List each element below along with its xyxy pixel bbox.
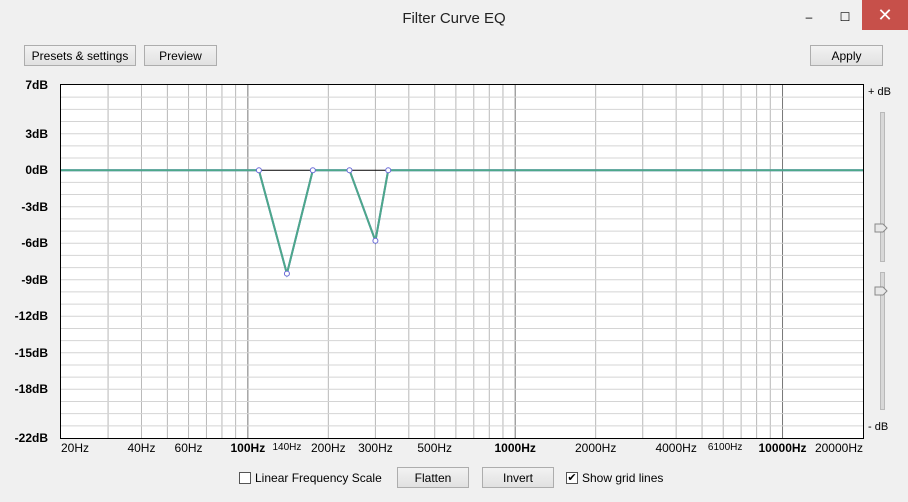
check-icon: ✔: [567, 471, 577, 484]
window-title: Filter Curve EQ: [402, 10, 506, 27]
maximize-button[interactable]: ☐: [832, 8, 858, 26]
close-icon: ✕: [877, 4, 893, 25]
y-axis-label: -6dB: [21, 236, 48, 251]
eq-curve-shadow: [61, 169, 863, 278]
x-axis-label: 60Hz: [174, 441, 203, 455]
flatten-button[interactable]: Flatten: [397, 467, 469, 488]
x-axis-label: 300Hz: [358, 441, 393, 455]
invert-button[interactable]: Invert: [482, 467, 554, 488]
eq-control-point[interactable]: [283, 270, 290, 277]
y-axis-label: -9dB: [21, 272, 48, 287]
db-max-slider-thumb[interactable]: [874, 223, 888, 233]
y-axis-label: 0dB: [25, 163, 48, 178]
linear-scale-box[interactable]: [239, 472, 251, 484]
eq-control-point[interactable]: [385, 167, 392, 174]
y-axis-label: -15dB: [14, 345, 48, 360]
db-top-label: + dB: [868, 86, 891, 98]
show-grid-lines-checkbox[interactable]: ✔ Show grid lines: [566, 471, 663, 485]
y-axis-label: -18dB: [14, 382, 48, 397]
eq-control-point[interactable]: [372, 237, 379, 244]
x-axis-label: 140Hz: [272, 442, 302, 453]
grid-lines-label: Show grid lines: [582, 471, 664, 485]
eq-control-point[interactable]: [346, 167, 353, 174]
eq-curve: [61, 169, 863, 278]
x-axis-label: 6100Hz: [707, 442, 743, 453]
apply-button[interactable]: Apply: [810, 45, 883, 66]
y-axis-label: -3dB: [21, 199, 48, 214]
eq-control-point[interactable]: [309, 167, 316, 174]
x-axis-label: 100Hz: [230, 441, 266, 455]
y-axis-label: 3dB: [25, 126, 48, 141]
x-axis-label: 10000Hz: [758, 441, 807, 455]
linear-scale-label: Linear Frequency Scale: [255, 471, 382, 485]
db-max-slider-track[interactable]: [880, 112, 885, 262]
x-axis-label: 1000Hz: [494, 441, 536, 455]
title-bar: Filter Curve EQ – ☐ ✕: [0, 0, 908, 38]
eq-graph[interactable]: [60, 84, 864, 439]
minimize-icon: –: [805, 10, 813, 24]
x-axis-label: 40Hz: [127, 441, 156, 455]
db-bottom-label: - dB: [868, 421, 889, 433]
eq-control-point[interactable]: [255, 167, 262, 174]
x-axis-label: 200Hz: [310, 441, 346, 455]
linear-scale-checkbox[interactable]: Linear Frequency Scale: [239, 471, 382, 485]
x-axis-label: 4000Hz: [655, 441, 697, 455]
maximize-icon: ☐: [839, 10, 851, 24]
x-axis-label: 20Hz: [61, 441, 90, 455]
db-min-slider-thumb[interactable]: [874, 286, 888, 296]
x-axis-label: 20000Hz: [814, 441, 863, 455]
y-axis-label: -12dB: [14, 309, 48, 324]
close-button[interactable]: ✕: [862, 0, 908, 30]
preview-button[interactable]: Preview: [144, 45, 217, 66]
grid-lines-box[interactable]: ✔: [566, 472, 578, 484]
y-axis-label: 7dB: [25, 78, 48, 92]
eq-graph-canvas[interactable]: [61, 85, 863, 438]
x-axis-label: 500Hz: [417, 441, 453, 455]
y-axis-label: -22dB: [14, 431, 48, 445]
minimize-button[interactable]: –: [796, 8, 822, 26]
x-axis-label: 2000Hz: [574, 441, 617, 455]
presets-settings-button[interactable]: Presets & settings: [24, 45, 136, 66]
